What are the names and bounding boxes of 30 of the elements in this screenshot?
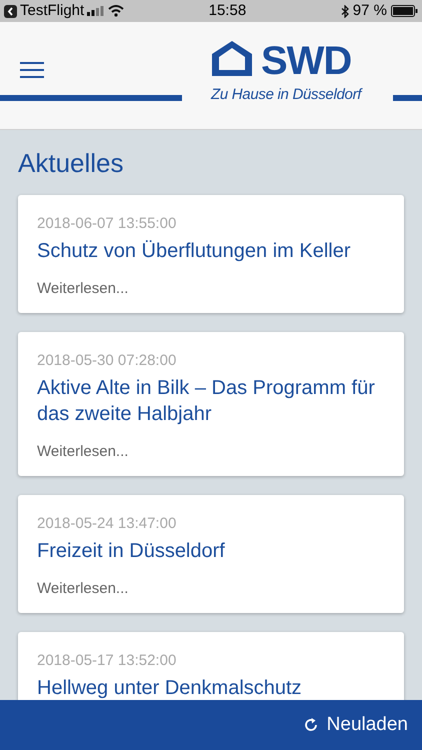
article-title[interactable]: Hellweg unter Denkmalschutz — [37, 674, 385, 700]
reload-icon — [302, 717, 319, 733]
wifi-icon — [108, 5, 124, 17]
read-more-link[interactable]: Weiterlesen... — [37, 278, 385, 300]
back-icon — [4, 4, 17, 18]
slogan: Zu Hause in Düsseldorf — [211, 85, 362, 105]
battery-percentage: 97 % — [352, 0, 387, 21]
clock-time: 15:58 — [208, 0, 248, 21]
back-app-label[interactable]: TestFlight — [20, 0, 84, 22]
menu-icon[interactable] — [20, 62, 44, 78]
article-title[interactable]: Schutz von Überflutungen im Keller — [37, 238, 385, 264]
news-card[interactable]: 2018-05-17 13:52:00 Hellweg unter Denkmalschutz — [18, 632, 404, 700]
house-logo-icon — [209, 38, 255, 78]
signal-icon — [87, 6, 106, 16]
read-more-link[interactable]: Weiterlesen... — [37, 440, 385, 463]
article-date: 2018-05-30 07:28:00 — [37, 351, 178, 371]
article-title[interactable]: Aktive Alte in Bilk – Das Programm für das zweite Halbjahr — [37, 374, 385, 426]
logo-text: SWD — [261, 44, 352, 78]
news-card[interactable]: 2018-05-24 13:47:00 Freizeit in Düsseldorf Weiterlesen... — [18, 495, 404, 613]
news-card[interactable]: 2018-06-07 13:55:00 Schutz von Überflutungen im Keller Weiterlesen... — [18, 195, 404, 313]
article-date: 2018-05-24 13:47:00 — [37, 514, 178, 534]
read-more-link[interactable]: Weiterlesen... — [37, 578, 385, 600]
battery-icon — [391, 5, 418, 17]
news-card[interactable]: 2018-05-30 07:28:00 Aktive Alte in Bilk – Das Programm für das zweite Halbjahr Weiterlesen... — [18, 332, 404, 476]
article-date: 2018-05-17 13:52:00 — [37, 651, 178, 671]
bluetooth-icon — [340, 4, 349, 18]
article-title[interactable]: Freizeit in Düsseldorf — [37, 538, 385, 564]
page-title: Aktuelles — [18, 147, 124, 180]
reload-button[interactable]: Neuladen — [302, 710, 408, 740]
article-date: 2018-06-07 13:55:00 — [37, 214, 178, 234]
